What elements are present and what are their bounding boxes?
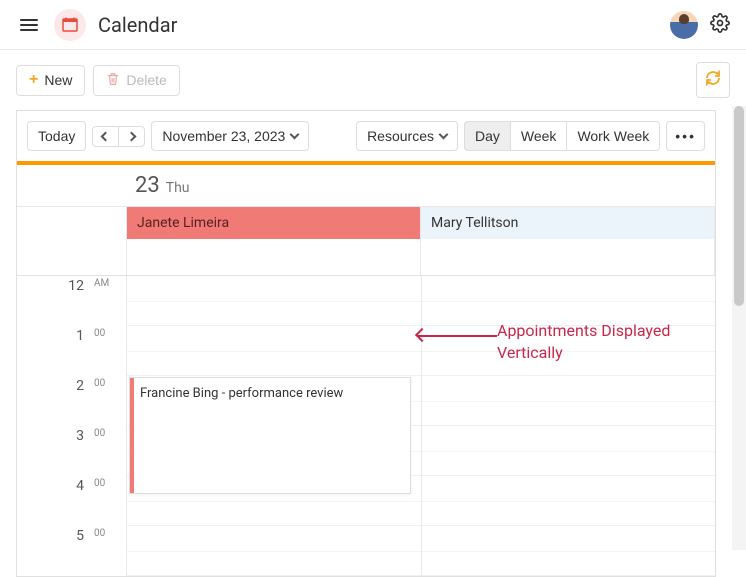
settings-gear-icon[interactable]	[710, 13, 730, 37]
time-slot[interactable]	[422, 526, 716, 576]
new-button-label: New	[44, 72, 72, 88]
all-day-cell-mary[interactable]	[421, 239, 715, 275]
chevron-down-icon	[439, 130, 449, 140]
time-slot[interactable]	[127, 526, 422, 576]
view-work-week[interactable]: Work Week	[566, 121, 660, 151]
hour-label: 4 00	[17, 476, 127, 526]
time-slot[interactable]	[127, 326, 422, 376]
time-slot[interactable]	[422, 376, 716, 426]
date-day: Thu	[166, 180, 190, 196]
topbar-right	[670, 11, 730, 39]
today-button[interactable]: Today	[27, 121, 86, 151]
trash-icon	[106, 72, 120, 89]
hamburger-menu-button[interactable]	[16, 15, 42, 35]
chevron-down-icon	[290, 130, 300, 140]
scrollbar-thumb[interactable]	[734, 106, 744, 306]
time-slot[interactable]	[422, 426, 716, 476]
resources-dropdown[interactable]: Resources	[356, 121, 458, 151]
delete-button[interactable]: Delete	[93, 65, 179, 96]
appointment-title: Francine Bing - performance review	[140, 386, 343, 401]
scheduler-toolbar-right: Resources Day Week Work Week •••	[356, 121, 705, 151]
delete-button-label: Delete	[126, 72, 166, 88]
plus-icon: +	[29, 72, 38, 88]
view-week[interactable]: Week	[510, 121, 567, 151]
hour-row-5: 5 00	[17, 526, 715, 576]
toolbar-left: + New Delete	[16, 65, 180, 96]
time-slot[interactable]	[422, 326, 716, 376]
calendar-app-icon	[54, 9, 86, 41]
scheduler-toolbar-left: Today November 23, 2023	[27, 121, 309, 151]
refresh-button[interactable]	[696, 62, 730, 98]
action-toolbar: + New Delete	[0, 50, 746, 110]
hour-row-12: 12 AM	[17, 276, 715, 326]
hour-label: 5 00	[17, 526, 127, 576]
scheduler: Today November 23, 2023 Resources Day W	[16, 110, 716, 577]
resources-label: Resources	[367, 128, 434, 144]
new-button[interactable]: + New	[16, 65, 85, 96]
chevron-left-icon	[101, 131, 111, 141]
all-day-cell-janete[interactable]	[127, 239, 421, 275]
vertical-scrollbar[interactable]	[732, 106, 746, 550]
date-number: 23	[135, 173, 160, 198]
hour-label: 3 00	[17, 426, 127, 476]
top-bar: Calendar	[0, 0, 746, 50]
topbar-left: Calendar	[16, 9, 177, 41]
scheduler-toolbar: Today November 23, 2023 Resources Day W	[17, 111, 715, 161]
user-avatar[interactable]	[670, 11, 698, 39]
hour-label: 2 00	[17, 376, 127, 426]
appointment-card[interactable]: Francine Bing - performance review	[129, 377, 411, 494]
date-label: November 23, 2023	[162, 128, 285, 144]
date-picker-button[interactable]: November 23, 2023	[151, 121, 309, 151]
scheduler-container: Today November 23, 2023 Resources Day W	[16, 110, 746, 570]
time-slot[interactable]	[422, 276, 716, 326]
date-header[interactable]: 23 Thu	[17, 165, 715, 207]
all-day-gutter	[17, 239, 127, 275]
hour-label: 1 00	[17, 326, 127, 376]
prev-button[interactable]	[92, 126, 118, 147]
more-options-button[interactable]: •••	[666, 121, 705, 151]
view-switcher: Day Week Work Week	[464, 121, 660, 151]
next-button[interactable]	[118, 126, 145, 147]
resource-mary[interactable]: Mary Tellitson	[421, 207, 715, 239]
resource-janete[interactable]: Janete Limeira	[127, 207, 421, 239]
time-gutter-header	[17, 207, 127, 239]
nav-group	[92, 126, 145, 147]
time-grid: 12 AM 1 00 2 00	[17, 276, 715, 576]
resource-header-row: Janete Limeira Mary Tellitson	[17, 207, 715, 239]
chevron-right-icon	[127, 131, 137, 141]
time-slot[interactable]	[127, 276, 422, 326]
app-title: Calendar	[98, 13, 177, 37]
hour-row-1: 1 00	[17, 326, 715, 376]
time-slot[interactable]	[422, 476, 716, 526]
hour-label: 12 AM	[17, 276, 127, 326]
all-day-row	[17, 239, 715, 276]
view-day[interactable]: Day	[464, 121, 510, 151]
